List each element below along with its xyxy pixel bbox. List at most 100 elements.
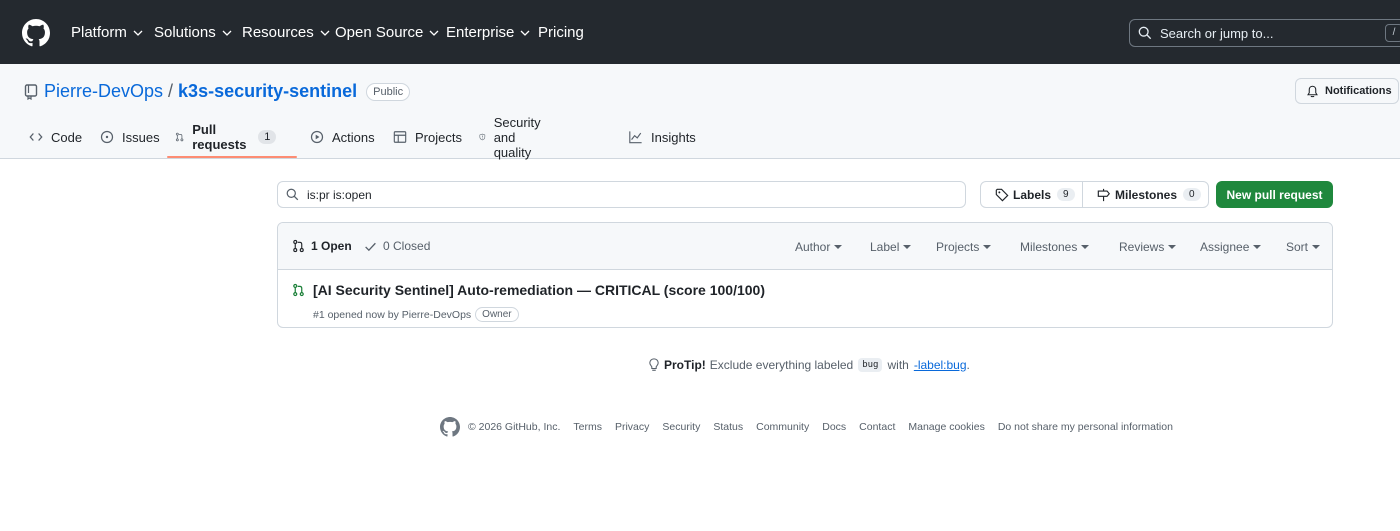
open-state-filter[interactable]: 1 Open: [292, 239, 352, 253]
milestones-button[interactable]: Milestones 0: [1083, 182, 1201, 207]
chevron-down-icon: [320, 30, 330, 36]
search-icon: [286, 188, 299, 201]
chevron-down-icon: [520, 30, 530, 36]
protip-link[interactable]: -label:bug: [914, 358, 967, 372]
protip-code: bug: [858, 358, 883, 372]
tab-insights[interactable]: Insights: [628, 115, 696, 159]
search-icon: [1138, 26, 1152, 40]
label-filter-dropdown[interactable]: Label: [870, 240, 912, 254]
labels-button[interactable]: Labels 9: [981, 182, 1083, 207]
footer-link-contact[interactable]: Contact: [859, 421, 895, 433]
tab-issues[interactable]: Issues: [100, 115, 160, 159]
repository-header: Pierre-DevOps / k3s-security-sentinel Pu…: [0, 64, 1400, 160]
closed-state-filter[interactable]: 0 Closed: [364, 239, 430, 253]
tab-actions-label: Actions: [332, 129, 375, 145]
footer-link-manage-cookies[interactable]: Manage cookies: [908, 421, 984, 433]
footer-link-do-not-share[interactable]: Do not share my personal information: [998, 421, 1173, 433]
new-pull-request-button[interactable]: New pull request: [1216, 181, 1333, 208]
nav-pricing[interactable]: Pricing: [538, 24, 584, 41]
milestones-count: 0: [1183, 188, 1201, 201]
caret-down-icon: [834, 245, 843, 249]
footer-copyright: © 2026 GitHub, Inc.: [468, 421, 561, 433]
nav-platform-label: Platform: [71, 24, 127, 41]
nav-resources[interactable]: Resources: [242, 24, 330, 41]
pr-meta-text: #1 opened now by Pierre-DevOps: [313, 308, 472, 321]
assignee-filter-dropdown[interactable]: Assignee: [1200, 240, 1262, 254]
pr-title-link[interactable]: [AI Security Sentinel] Auto-remediation …: [313, 282, 765, 298]
label-filter-label: Label: [870, 240, 900, 254]
tab-actions[interactable]: Actions: [310, 115, 375, 159]
closed-count-label: 0 Closed: [383, 239, 431, 253]
tab-projects[interactable]: Projects: [393, 115, 462, 159]
list-header: 1 Open 0 Closed Author Label Projects Mi…: [278, 223, 1332, 270]
tag-icon: [995, 188, 1009, 201]
git-pull-request-open-icon: [293, 283, 304, 297]
notifications-label: Notifications: [1325, 85, 1392, 97]
nav-solutions[interactable]: Solutions: [154, 24, 232, 41]
tab-pull-requests[interactable]: Pull requests 1: [175, 115, 277, 159]
bell-icon: [1307, 85, 1318, 97]
repo-name-link[interactable]: k3s-security-sentinel: [178, 81, 357, 102]
caret-down-icon: [903, 245, 912, 249]
sort-dropdown[interactable]: Sort: [1286, 240, 1321, 254]
pr-filter-input[interactable]: is:pr is:open: [277, 181, 966, 208]
milestones-filter-dropdown[interactable]: Milestones: [1020, 240, 1090, 254]
labels-label: Labels: [1013, 187, 1052, 202]
caret-down-icon: [1312, 245, 1321, 249]
tab-code[interactable]: Code: [29, 115, 82, 159]
search-shortcut-key: /: [1385, 24, 1400, 42]
nav-pricing-label: Pricing: [538, 24, 584, 41]
list-item[interactable]: [AI Security Sentinel] Auto-remediation …: [278, 271, 1332, 327]
chevron-down-icon: [429, 30, 439, 36]
labels-count: 9: [1057, 188, 1075, 201]
shield-icon: [479, 133, 486, 141]
tab-projects-label: Projects: [415, 129, 462, 145]
open-count-label: 1 Open: [311, 239, 352, 253]
author-filter-dropdown[interactable]: Author: [795, 240, 843, 254]
footer-link-terms[interactable]: Terms: [573, 421, 602, 433]
chevron-down-icon: [222, 30, 232, 36]
global-header: Platform Solutions Resources Open Source…: [0, 0, 1400, 64]
footer-link-docs[interactable]: Docs: [822, 421, 846, 433]
tab-security-and-quality[interactable]: Security and quality: [479, 114, 548, 160]
reviews-filter-dropdown[interactable]: Reviews: [1119, 240, 1177, 254]
owner-badge: Owner: [475, 307, 519, 322]
graph-icon: [629, 131, 642, 144]
repo-title: Pierre-DevOps / k3s-security-sentinel Pu…: [44, 81, 411, 102]
notifications-button[interactable]: Notifications: [1295, 78, 1399, 104]
tab-security-label: Security and quality: [493, 114, 541, 160]
footer-link-privacy[interactable]: Privacy: [615, 421, 649, 433]
github-logo-icon[interactable]: [440, 417, 460, 437]
search-placeholder: Search or jump to...: [1160, 25, 1274, 41]
nav-platform[interactable]: Platform: [71, 24, 143, 41]
pull-request-list: 1 Open 0 Closed Author Label Projects Mi…: [277, 222, 1333, 328]
caret-down-icon: [1168, 245, 1177, 249]
milestones-label: Milestones: [1115, 187, 1178, 202]
nav-enterprise-label: Enterprise: [446, 24, 515, 41]
footer-link-security[interactable]: Security: [662, 421, 700, 433]
github-logo-icon[interactable]: [22, 19, 50, 47]
global-search-input[interactable]: Search or jump to... /: [1129, 19, 1400, 47]
tab-insights-label: Insights: [651, 129, 696, 145]
author-filter-label: Author: [795, 240, 831, 254]
check-icon: [365, 242, 376, 251]
issue-opened-icon: [100, 130, 114, 144]
active-tab-indicator: [167, 156, 297, 158]
nav-open-source[interactable]: Open Source: [335, 24, 439, 41]
labels-milestones-group: Labels 9 Milestones 0: [980, 181, 1209, 208]
light-bulb-icon: [649, 358, 659, 371]
footer-link-community[interactable]: Community: [756, 421, 809, 433]
tab-pull-requests-count: 1: [258, 130, 277, 144]
tab-pull-requests-label: Pull requests: [192, 122, 247, 152]
repo-owner-link[interactable]: Pierre-DevOps: [44, 81, 163, 102]
footer-link-status[interactable]: Status: [713, 421, 743, 433]
projects-filter-dropdown[interactable]: Projects: [936, 240, 992, 254]
pr-meta: #1 opened now by Pierre-DevOps Owner: [313, 307, 519, 322]
reviews-filter-label: Reviews: [1119, 240, 1165, 254]
protip: ProTip! Exclude everything labeled bug w…: [648, 358, 970, 372]
nav-enterprise[interactable]: Enterprise: [446, 24, 530, 41]
protip-text: Exclude everything labeled: [709, 358, 854, 372]
pr-filter-query: is:pr is:open: [307, 187, 372, 202]
assignee-filter-label: Assignee: [1200, 240, 1250, 254]
protip-lead: ProTip!: [664, 358, 706, 372]
